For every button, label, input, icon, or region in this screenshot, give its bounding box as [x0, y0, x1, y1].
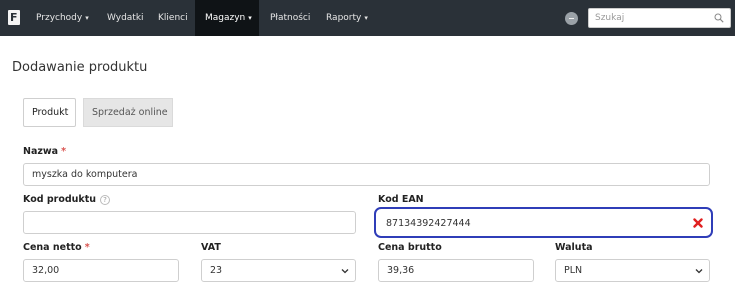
cena-brutto-field [378, 259, 534, 282]
required-marker: * [61, 146, 67, 157]
nav-item-klienci[interactable]: Klienci [158, 0, 188, 36]
vat-select[interactable]: 23 [201, 259, 356, 282]
chevron-down-icon [695, 269, 703, 274]
nazwa-field [23, 163, 710, 186]
kod-ean-input[interactable] [386, 213, 691, 234]
chevron-down-icon [341, 269, 349, 274]
nav-item-label: Klienci [158, 13, 188, 23]
kod-produktu-label: Kod produktu? [23, 194, 111, 205]
nav-item-wydatki[interactable]: Wydatki [107, 0, 144, 36]
nav-item-label: Raporty [326, 13, 362, 23]
help-icon[interactable]: ? [100, 195, 111, 205]
page-title: Dodawanie produktu [12, 60, 148, 75]
kod-ean-field [374, 207, 713, 238]
caret-down-icon: ▾ [248, 14, 252, 22]
search-box [588, 8, 731, 28]
kod-produktu-label-text: Kod produktu [23, 194, 97, 205]
cena-brutto-label: Cena brutto [378, 242, 442, 253]
tab-produkt[interactable]: Produkt [23, 98, 76, 127]
nav-item-label: Magazyn [205, 13, 246, 23]
nav-item-label: Wydatki [107, 13, 144, 23]
kod-ean-label: Kod EAN [378, 194, 424, 205]
cena-brutto-input[interactable] [387, 260, 511, 281]
nav-item-raporty[interactable]: Raporty ▾ [326, 0, 368, 36]
caret-down-icon: ▾ [364, 14, 368, 22]
kod-produktu-field [23, 211, 356, 234]
app-logo-icon[interactable]: F [8, 10, 20, 25]
user-status-icon[interactable] [565, 12, 578, 25]
search-icon[interactable] [714, 13, 724, 23]
cena-netto-label: Cena netto * [23, 242, 90, 253]
nav-item-platnosci[interactable]: Płatności [270, 0, 310, 36]
tab-sprzedaz-online[interactable]: Sprzedaż online [83, 98, 173, 127]
required-marker: * [84, 242, 90, 253]
nav-item-label: Płatności [270, 13, 311, 23]
search-input[interactable] [595, 11, 705, 25]
vat-label: VAT [201, 242, 221, 253]
top-navbar: F Przychody ▾ Wydatki Klienci Magazyn ▾ Pł… [0, 0, 735, 36]
vat-selected-value: 23 [210, 265, 223, 276]
cena-netto-input[interactable] [32, 260, 156, 281]
waluta-selected-value: PLN [564, 265, 583, 276]
waluta-label: Waluta [555, 242, 593, 253]
caret-down-icon: ▾ [85, 14, 89, 22]
cena-netto-label-text: Cena netto [23, 242, 82, 253]
nazwa-label: Nazwa * [23, 146, 66, 157]
nav-item-label: Przychody [36, 13, 83, 23]
nav-item-przychody[interactable]: Przychody ▾ [36, 0, 89, 36]
nazwa-label-text: Nazwa [23, 146, 59, 157]
waluta-select[interactable]: PLN [555, 259, 710, 282]
nav-item-magazyn[interactable]: Magazyn ▾ [195, 0, 259, 36]
clear-icon[interactable] [693, 218, 703, 228]
nazwa-input[interactable] [32, 164, 687, 185]
cena-netto-field [23, 259, 179, 282]
kod-produktu-input[interactable] [32, 212, 333, 233]
